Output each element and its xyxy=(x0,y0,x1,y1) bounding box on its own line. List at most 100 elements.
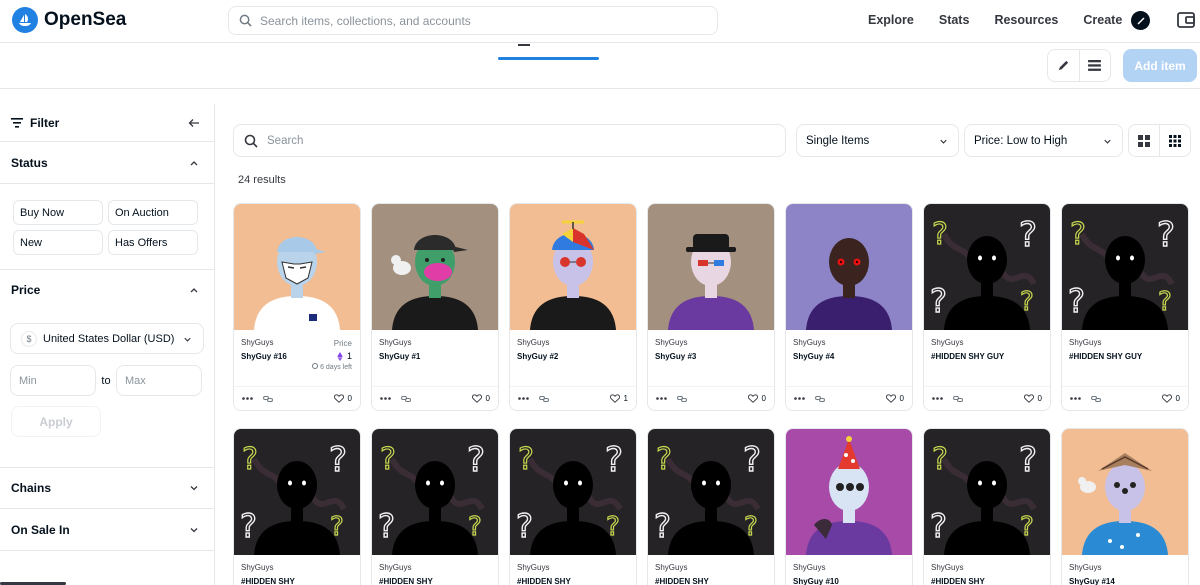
nav-explore[interactable]: Explore xyxy=(868,13,914,27)
item-name[interactable]: ShyGuy #10 xyxy=(793,576,873,585)
apply-button[interactable]: Apply xyxy=(11,406,101,437)
sort-select[interactable]: Price: Low to High xyxy=(964,124,1123,157)
global-search-bar[interactable] xyxy=(228,6,718,35)
more-options-icon[interactable] xyxy=(1070,397,1081,400)
nft-card[interactable]: ShyGuys ShyGuy #14 xyxy=(1061,428,1189,585)
collection-name[interactable]: ShyGuys xyxy=(931,338,1042,347)
nft-image[interactable] xyxy=(234,204,360,330)
status-on-auction[interactable]: On Auction xyxy=(108,200,198,225)
like-button[interactable]: 0 xyxy=(1023,394,1042,403)
price-min-input[interactable] xyxy=(10,365,96,396)
item-name[interactable]: #HIDDEN SHY xyxy=(241,576,321,585)
collection-name[interactable]: ShyGuys xyxy=(793,338,904,347)
link-icon[interactable] xyxy=(401,395,411,403)
link-icon[interactable] xyxy=(263,395,273,403)
add-item-button[interactable]: Add item xyxy=(1123,49,1197,82)
collection-name[interactable]: ShyGuys xyxy=(1069,563,1180,572)
price-section-header[interactable]: Price xyxy=(0,270,214,310)
item-name[interactable]: #HIDDEN SHY xyxy=(931,576,1011,585)
nft-image[interactable]: ? ? ? ? xyxy=(234,429,360,555)
nft-card[interactable]: ShyGuys ShyGuy #3 0 xyxy=(647,203,775,411)
item-name[interactable]: #HIDDEN SHY xyxy=(379,576,459,585)
more-options-icon[interactable] xyxy=(518,397,529,400)
item-name[interactable]: #HIDDEN SHY GUY xyxy=(931,351,1011,362)
nft-image[interactable]: ? ? ? ? xyxy=(648,429,774,555)
like-button[interactable]: 0 xyxy=(333,394,352,403)
item-name[interactable]: #HIDDEN SHY xyxy=(655,576,735,585)
link-icon[interactable] xyxy=(815,395,825,403)
nft-card[interactable]: ? ? ? ? ShyGuys #HIDDEN SHY GUY 0 xyxy=(923,203,1051,411)
wallet-icon[interactable] xyxy=(1176,10,1196,30)
nft-card[interactable]: ShyGuys ShyGuy #10 xyxy=(785,428,913,585)
on-sale-in-section-header[interactable]: On Sale In xyxy=(0,509,214,551)
item-name[interactable]: ShyGuy #14 xyxy=(1069,576,1149,585)
collection-name[interactable]: ShyGuys xyxy=(793,563,904,572)
nft-image[interactable] xyxy=(786,204,912,330)
chains-section-header[interactable]: Chains xyxy=(0,468,214,509)
nft-image[interactable]: ? ? ? ? xyxy=(1062,204,1188,330)
collapse-arrow-icon[interactable] xyxy=(188,117,200,129)
large-grid-button[interactable] xyxy=(1129,125,1159,156)
item-name[interactable]: #HIDDEN SHY xyxy=(517,576,597,585)
item-name[interactable]: ShyGuy #16 xyxy=(241,351,321,362)
nft-card[interactable]: ShyGuys ShyGuy #4 0 xyxy=(785,203,913,411)
nft-card[interactable]: ? ? ? ? ShyGuys #HIDDEN SHY xyxy=(923,428,1051,585)
price-max-input[interactable] xyxy=(116,365,202,396)
more-options-icon[interactable] xyxy=(242,397,253,400)
more-options-icon[interactable] xyxy=(932,397,943,400)
like-button[interactable]: 1 xyxy=(609,394,628,403)
status-new[interactable]: New xyxy=(13,230,103,255)
link-icon[interactable] xyxy=(953,395,963,403)
collection-name[interactable]: ShyGuys xyxy=(517,563,628,572)
link-icon[interactable] xyxy=(1091,395,1101,403)
collection-name[interactable]: ShyGuys xyxy=(241,563,352,572)
nft-card[interactable]: ? ? ? ? ShyGuys #HIDDEN SHY GUY 0 xyxy=(1061,203,1189,411)
nft-image[interactable] xyxy=(510,204,636,330)
collection-name[interactable]: ShyGuys xyxy=(517,338,628,347)
nav-stats[interactable]: Stats xyxy=(939,13,970,27)
collection-name[interactable]: ShyGuys xyxy=(655,563,766,572)
nft-card[interactable]: ? ? ? ? ShyGuys #HIDDEN SHY xyxy=(647,428,775,585)
link-icon[interactable] xyxy=(677,395,687,403)
item-name[interactable]: ShyGuy #1 xyxy=(379,351,459,362)
nav-create[interactable]: Create xyxy=(1083,13,1122,27)
nft-card[interactable]: ShyGuys ShyGuy #1 0 xyxy=(371,203,499,411)
nft-image[interactable]: ? ? ? ? xyxy=(924,204,1050,330)
item-name[interactable]: ShyGuy #3 xyxy=(655,351,735,362)
nft-card[interactable]: ShyGuys ShyGuy #16 Price 1 6 days left 0 xyxy=(233,203,361,411)
profile-avatar[interactable] xyxy=(1131,11,1150,30)
list-view-button[interactable] xyxy=(1078,50,1110,81)
like-button[interactable]: 0 xyxy=(885,394,904,403)
items-search-bar[interactable] xyxy=(233,124,786,157)
item-name[interactable]: #HIDDEN SHY GUY xyxy=(1069,351,1149,362)
nft-card[interactable]: ? ? ? ? ShyGuys #HIDDEN SHY xyxy=(509,428,637,585)
nft-card[interactable]: ? ? ? ? ShyGuys #HIDDEN SHY xyxy=(371,428,499,585)
nft-image[interactable]: ? ? ? ? xyxy=(372,429,498,555)
item-name[interactable]: ShyGuy #2 xyxy=(517,351,597,362)
collection-name[interactable]: ShyGuys xyxy=(379,338,490,347)
currency-select[interactable]: $ United States Dollar (USD) xyxy=(10,323,204,354)
item-type-select[interactable]: Single Items xyxy=(796,124,959,157)
item-name[interactable]: ShyGuy #4 xyxy=(793,351,873,362)
collection-name[interactable]: ShyGuys xyxy=(379,563,490,572)
nft-card[interactable]: ShyGuys ShyGuy #2 1 xyxy=(509,203,637,411)
more-options-icon[interactable] xyxy=(656,397,667,400)
link-icon[interactable] xyxy=(539,395,549,403)
edit-button[interactable] xyxy=(1048,50,1079,81)
collection-name[interactable]: ShyGuys xyxy=(931,563,1042,572)
more-options-icon[interactable] xyxy=(380,397,391,400)
items-search-input[interactable] xyxy=(267,134,767,147)
status-has-offers[interactable]: Has Offers xyxy=(108,230,198,255)
like-button[interactable]: 0 xyxy=(1161,394,1180,403)
opensea-logo[interactable]: OpenSea xyxy=(12,7,126,33)
nft-image[interactable]: ? ? ? ? xyxy=(924,429,1050,555)
nav-resources[interactable]: Resources xyxy=(994,13,1058,27)
filter-header[interactable]: Filter xyxy=(0,104,214,142)
collection-name[interactable]: ShyGuys xyxy=(655,338,766,347)
status-buy-now[interactable]: Buy Now xyxy=(13,200,103,225)
status-section-header[interactable]: Status xyxy=(0,142,214,184)
nft-image[interactable] xyxy=(648,204,774,330)
global-search-input[interactable] xyxy=(260,13,700,28)
nft-image[interactable] xyxy=(786,429,912,555)
nft-image[interactable]: ? ? ? ? xyxy=(510,429,636,555)
